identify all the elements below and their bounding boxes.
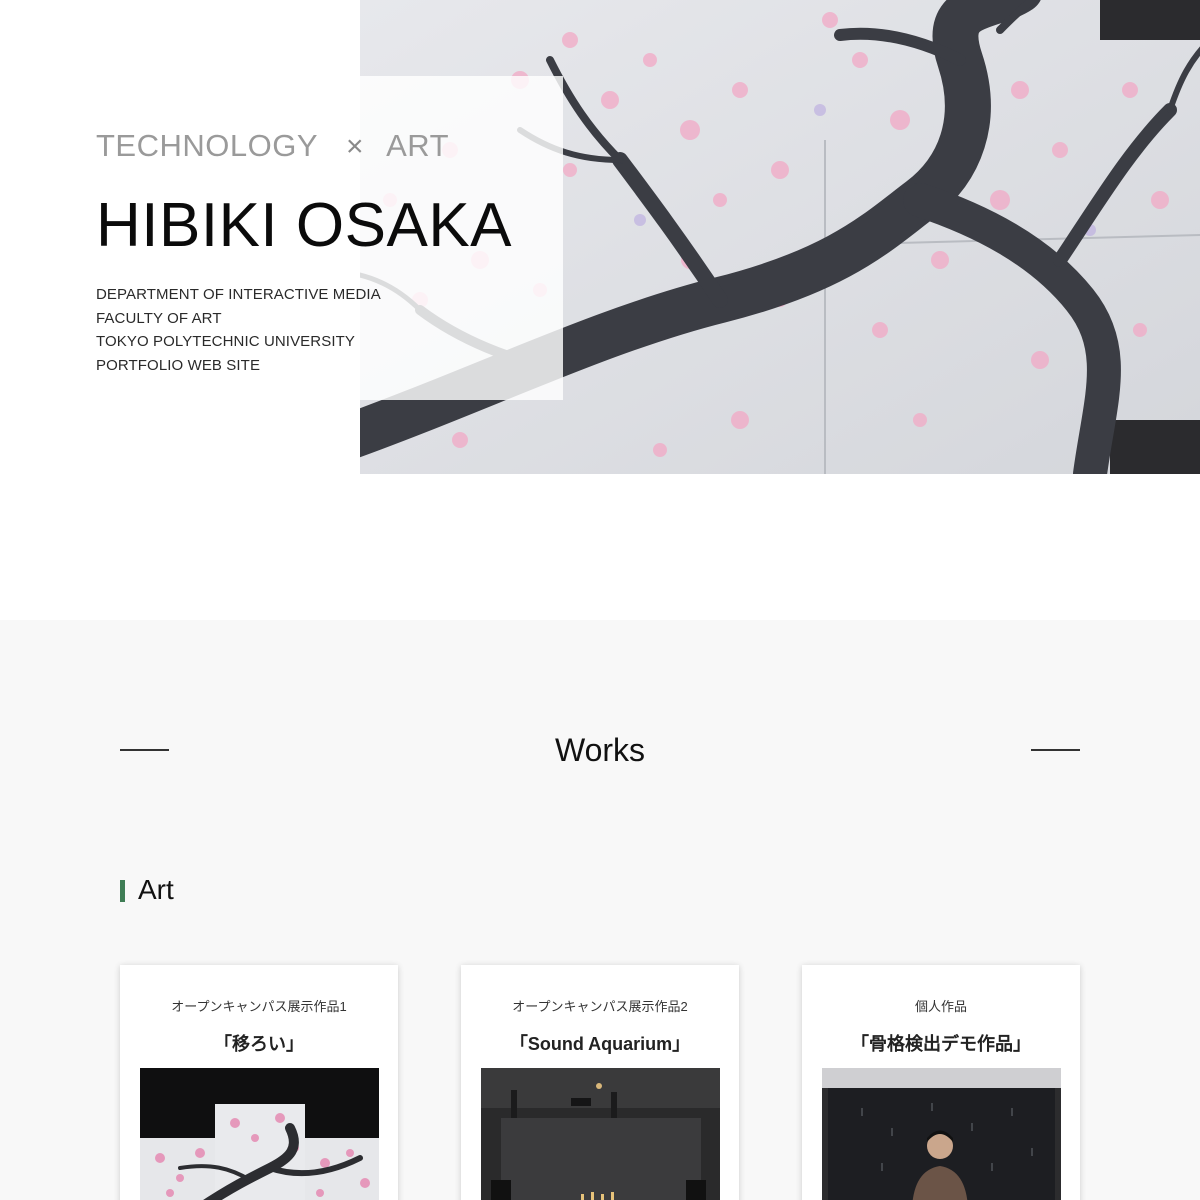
work-card-skeleton-demo[interactable]: 個人作品 「骨格検出デモ作品」 bbox=[802, 965, 1080, 1200]
hero-line: TOKYO POLYTECHNIC UNIVERSITY bbox=[96, 333, 355, 350]
cherry-blossom-installation-icon bbox=[140, 1068, 379, 1200]
dark-room-installation-icon bbox=[481, 1068, 720, 1200]
works-title: Works bbox=[554, 732, 646, 768]
card-title: 「移ろい」 bbox=[214, 1034, 304, 1054]
hero-name: HIBIKI OSAKA bbox=[96, 191, 513, 260]
work-card-sound-aquarium[interactable]: オープンキャンパス展示作品2 「Sound Aquarium」 bbox=[461, 965, 739, 1200]
works-section: Works Art オープンキャンパス展示作品1 「移ろい」 オープンキャンパス… bbox=[0, 620, 1200, 1200]
card-subtitle: オープンキャンパス展示作品2 bbox=[512, 999, 688, 1014]
category-label: Art bbox=[138, 874, 174, 905]
card-subtitle: 個人作品 bbox=[914, 999, 967, 1014]
card-thumbnail[interactable] bbox=[481, 1068, 720, 1200]
person-demo-photo-icon bbox=[822, 1068, 1061, 1200]
card-subtitle: オープンキャンパス展示作品1 bbox=[171, 999, 347, 1014]
hero-line: DEPARTMENT OF INTERACTIVE MEDIA bbox=[96, 286, 381, 303]
hero-section: TECHNOLOGY × ART HIBIKI OSAKA DEPARTMENT O… bbox=[0, 0, 1200, 475]
category-accent-bar bbox=[120, 880, 125, 902]
hero-text-block: TECHNOLOGY × ART HIBIKI OSAKA DEPARTMENT O… bbox=[96, 128, 576, 377]
works-rule-right bbox=[1031, 749, 1080, 751]
hero-line: PORTFOLIO WEB SITE bbox=[96, 356, 261, 374]
hero-description: DEPARTMENT OF INTERACTIVE MEDIA FACULTY … bbox=[96, 283, 576, 377]
hero-tagline: TECHNOLOGY × ART bbox=[96, 128, 576, 164]
tagline-art: ART bbox=[386, 128, 450, 163]
work-card-utsuroi[interactable]: オープンキャンパス展示作品1 「移ろい」 bbox=[120, 965, 398, 1200]
card-title: 「骨格検出デモ作品」 bbox=[851, 1034, 1031, 1054]
card-thumbnail[interactable] bbox=[822, 1068, 1061, 1200]
works-heading: Works bbox=[120, 732, 1080, 772]
cross-icon: × bbox=[346, 130, 365, 163]
card-thumbnail[interactable] bbox=[140, 1068, 379, 1200]
card-title: 「Sound Aquarium」 bbox=[509, 1034, 691, 1054]
tagline-technology: TECHNOLOGY bbox=[96, 128, 319, 163]
hero-line: FACULTY OF ART bbox=[96, 309, 222, 327]
